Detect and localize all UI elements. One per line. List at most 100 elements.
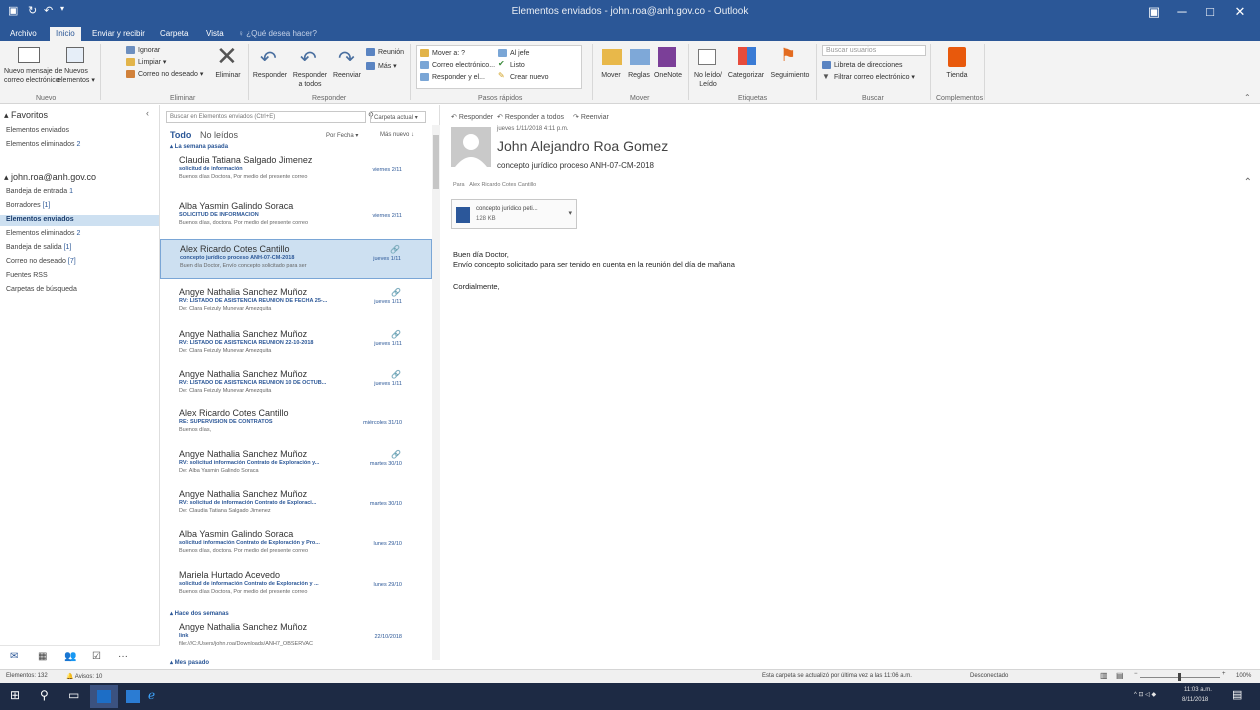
reading-forward-button[interactable]: ↷ Reenviar bbox=[573, 113, 609, 121]
reading-reply-all-button[interactable]: ↶ Responder a todos bbox=[497, 113, 564, 121]
message-sender[interactable]: John Alejandro Roa Gomez bbox=[497, 138, 668, 154]
message-list-scrollbar[interactable] bbox=[432, 125, 440, 660]
quick-step-team-email[interactable]: Correo electrónico... bbox=[432, 61, 495, 70]
more-button[interactable]: Más ▾ bbox=[378, 62, 397, 71]
zoom-in-button[interactable]: + bbox=[1222, 671, 1226, 677]
onenote-button[interactable]: OneNote bbox=[650, 71, 686, 80]
list-item[interactable]: Alex Ricardo Cotes Cantillo RE: SUPERVIS… bbox=[160, 404, 432, 444]
search-input[interactable]: Buscar en Elementos enviados (Ctrl+E) bbox=[166, 111, 366, 123]
list-item[interactable]: Angye Nathalia Sanchez Muñoz RV: solicit… bbox=[160, 445, 432, 485]
list-item[interactable]: Angye Nathalia Sanchez Muñoz RV: solicit… bbox=[160, 485, 432, 525]
reading-reply-button[interactable]: ↶ Responder bbox=[451, 113, 493, 121]
taskbar-date[interactable]: 8/11/2018 bbox=[1182, 697, 1208, 703]
forward-button[interactable]: Reenviar bbox=[330, 71, 364, 80]
zoom-slider-thumb[interactable] bbox=[1178, 673, 1181, 681]
clean-up-button[interactable]: Limpiar ▾ bbox=[138, 58, 166, 67]
attachment-menu-icon[interactable]: ▾ bbox=[568, 209, 572, 217]
collapse-folder-pane-icon[interactable]: ‹ bbox=[146, 108, 149, 118]
more-nav-icon[interactable]: ··· bbox=[118, 651, 128, 662]
meeting-button[interactable]: Reunión bbox=[378, 48, 404, 57]
junk-button[interactable]: Correo no deseado ▾ bbox=[138, 70, 203, 79]
tasks-nav-icon[interactable]: ☑ bbox=[92, 651, 101, 662]
list-item[interactable]: Alba Yasmin Galindo Soraca solicitud inf… bbox=[160, 525, 432, 565]
folder-fuentes-rss[interactable]: Fuentes RSS bbox=[6, 272, 48, 279]
folder-correo-no-deseado[interactable]: Correo no deseado [7] bbox=[6, 258, 76, 265]
taskbar-time[interactable]: 11:03 a.m. bbox=[1184, 687, 1212, 693]
folder-elementos-enviados[interactable]: Elementos enviados bbox=[0, 215, 159, 226]
search-icon[interactable]: ⚲ bbox=[40, 688, 49, 702]
search-scope-dropdown[interactable]: Carpeta actual ▾ bbox=[370, 111, 426, 123]
list-item[interactable]: Angye Nathalia Sanchez Muñoz link file:/… bbox=[160, 618, 432, 658]
reminders[interactable]: 🔔 Avisos: 10 bbox=[66, 673, 102, 680]
move-button[interactable]: Mover bbox=[596, 71, 626, 80]
ignore-button[interactable]: Ignorar bbox=[138, 46, 160, 55]
account-header[interactable]: ▴ john.roa@anh.gov.co bbox=[4, 172, 96, 183]
reply-all-button[interactable]: Responder a todos bbox=[290, 71, 330, 89]
favorites-header[interactable]: ▴ Favoritos bbox=[4, 110, 48, 121]
tab-enviar-recibir[interactable]: Enviar y recibir bbox=[86, 27, 151, 41]
folder-bandeja-entrada[interactable]: Bandeja de entrada 1 bbox=[6, 188, 73, 195]
categorize-button[interactable]: Categorizar bbox=[724, 71, 768, 80]
filter-unread[interactable]: No leídos bbox=[200, 130, 238, 140]
sort-order-toggle[interactable]: Más nuevo ↓ bbox=[380, 132, 414, 138]
scrollbar-thumb[interactable] bbox=[433, 135, 439, 189]
tell-me-search[interactable]: ♀ ¿Qué desea hacer? bbox=[232, 27, 323, 41]
folder-borradores[interactable]: Borradores [1] bbox=[6, 202, 50, 209]
folder-bandeja-salida[interactable]: Bandeja de salida [1] bbox=[6, 244, 71, 251]
zoom-out-button[interactable]: − bbox=[1134, 671, 1138, 677]
group-header-last-month[interactable]: ▴ Mes pasado bbox=[170, 659, 209, 666]
favorite-elementos-eliminados[interactable]: Elementos eliminados 2 bbox=[6, 141, 80, 148]
attachment[interactable]: concepto jurídico peti... 128 KB ▾ bbox=[451, 199, 577, 229]
filter-all[interactable]: Todo bbox=[170, 130, 191, 140]
tab-carpeta[interactable]: Carpeta bbox=[154, 27, 194, 41]
new-items-button[interactable]: Nuevos elementos ▾ bbox=[56, 67, 96, 85]
zoom-level[interactable]: 100% bbox=[1236, 673, 1251, 679]
folder-elementos-eliminados[interactable]: Elementos eliminados 2 bbox=[6, 230, 80, 237]
quick-step-done[interactable]: Listo bbox=[510, 61, 525, 70]
quick-step-create-new[interactable]: Crear nuevo bbox=[510, 73, 549, 82]
calendar-nav-icon[interactable]: ▦ bbox=[38, 651, 47, 662]
app-icon[interactable] bbox=[126, 690, 140, 703]
quick-step-to-boss[interactable]: Al jefe bbox=[510, 49, 529, 58]
tab-archivo[interactable]: Archivo bbox=[4, 27, 43, 41]
list-item[interactable]: Angye Nathalia Sanchez Muñoz RV: LISTADO… bbox=[160, 283, 432, 323]
quick-step-reply-delete[interactable]: Responder y el... bbox=[432, 73, 485, 82]
collapse-header-icon[interactable]: ⌃ bbox=[1244, 177, 1252, 188]
system-tray-icons[interactable]: ^ ⊡ ◁ ◆ bbox=[1134, 691, 1156, 698]
normal-view-icon[interactable]: ▥ bbox=[1100, 671, 1108, 680]
people-nav-icon[interactable]: 👥 bbox=[64, 651, 76, 662]
task-view-icon[interactable]: ▭ bbox=[68, 688, 79, 702]
filter-email-button[interactable]: Filtrar correo electrónico ▾ bbox=[834, 73, 915, 82]
store-button[interactable]: Tienda bbox=[938, 71, 976, 80]
notifications-icon[interactable]: ▤ bbox=[1232, 688, 1242, 701]
reading-view-icon[interactable]: ▤ bbox=[1116, 671, 1124, 680]
folder-carpetas-busqueda[interactable]: Carpetas de búsqueda bbox=[6, 286, 77, 293]
recipient[interactable]: Alex Ricardo Cotes Cantillo bbox=[469, 182, 536, 188]
quick-step-move-to[interactable]: Mover a: ? bbox=[432, 49, 465, 58]
unread-read-button[interactable]: No leído/ Leído bbox=[690, 71, 726, 89]
address-book-button[interactable]: Libreta de direcciones bbox=[834, 61, 903, 70]
windows-start-icon[interactable]: ⊞ bbox=[10, 688, 20, 702]
followup-button[interactable]: Seguimiento bbox=[768, 71, 812, 80]
list-item[interactable]: Angye Nathalia Sanchez Muñoz RV: LISTADO… bbox=[160, 325, 432, 365]
favorite-elementos-enviados[interactable]: Elementos enviados bbox=[6, 127, 69, 134]
list-item[interactable]: Mariela Hurtado Acevedo solicitud de inf… bbox=[160, 566, 432, 606]
list-item[interactable]: Angye Nathalia Sanchez Muñoz RV: LISTADO… bbox=[160, 365, 432, 405]
ribbon-display-options-button[interactable]: ▣ bbox=[1140, 2, 1168, 22]
connection-status[interactable]: Desconectado bbox=[970, 673, 1008, 679]
list-item-selected[interactable]: Alex Ricardo Cotes Cantillo concepto jur… bbox=[160, 239, 432, 279]
tab-vista[interactable]: Vista bbox=[200, 27, 230, 41]
list-item[interactable]: Alba Yasmin Galindo Soraca SOLICITUD DE … bbox=[160, 197, 432, 237]
group-header-last-week[interactable]: ▴ La semana pasada bbox=[170, 143, 228, 150]
mail-nav-icon[interactable]: ✉ bbox=[10, 651, 18, 662]
sort-by-dropdown[interactable]: Por Fecha ▾ bbox=[326, 132, 358, 139]
minimize-button[interactable]: ─ bbox=[1168, 2, 1196, 22]
delete-button[interactable]: Eliminar bbox=[210, 71, 246, 80]
new-mail-button[interactable]: Nuevo mensaje de correo electrónico bbox=[4, 67, 62, 85]
maximize-button[interactable]: □ bbox=[1196, 2, 1224, 22]
close-button[interactable]: ✕ bbox=[1226, 2, 1254, 22]
tab-inicio[interactable]: Inicio bbox=[50, 27, 81, 41]
collapse-ribbon-icon[interactable]: ⌃ bbox=[1244, 93, 1251, 102]
edge-browser-icon[interactable]: ℯ bbox=[148, 688, 155, 702]
group-header-two-weeks-ago[interactable]: ▴ Hace dos semanas bbox=[170, 610, 229, 617]
